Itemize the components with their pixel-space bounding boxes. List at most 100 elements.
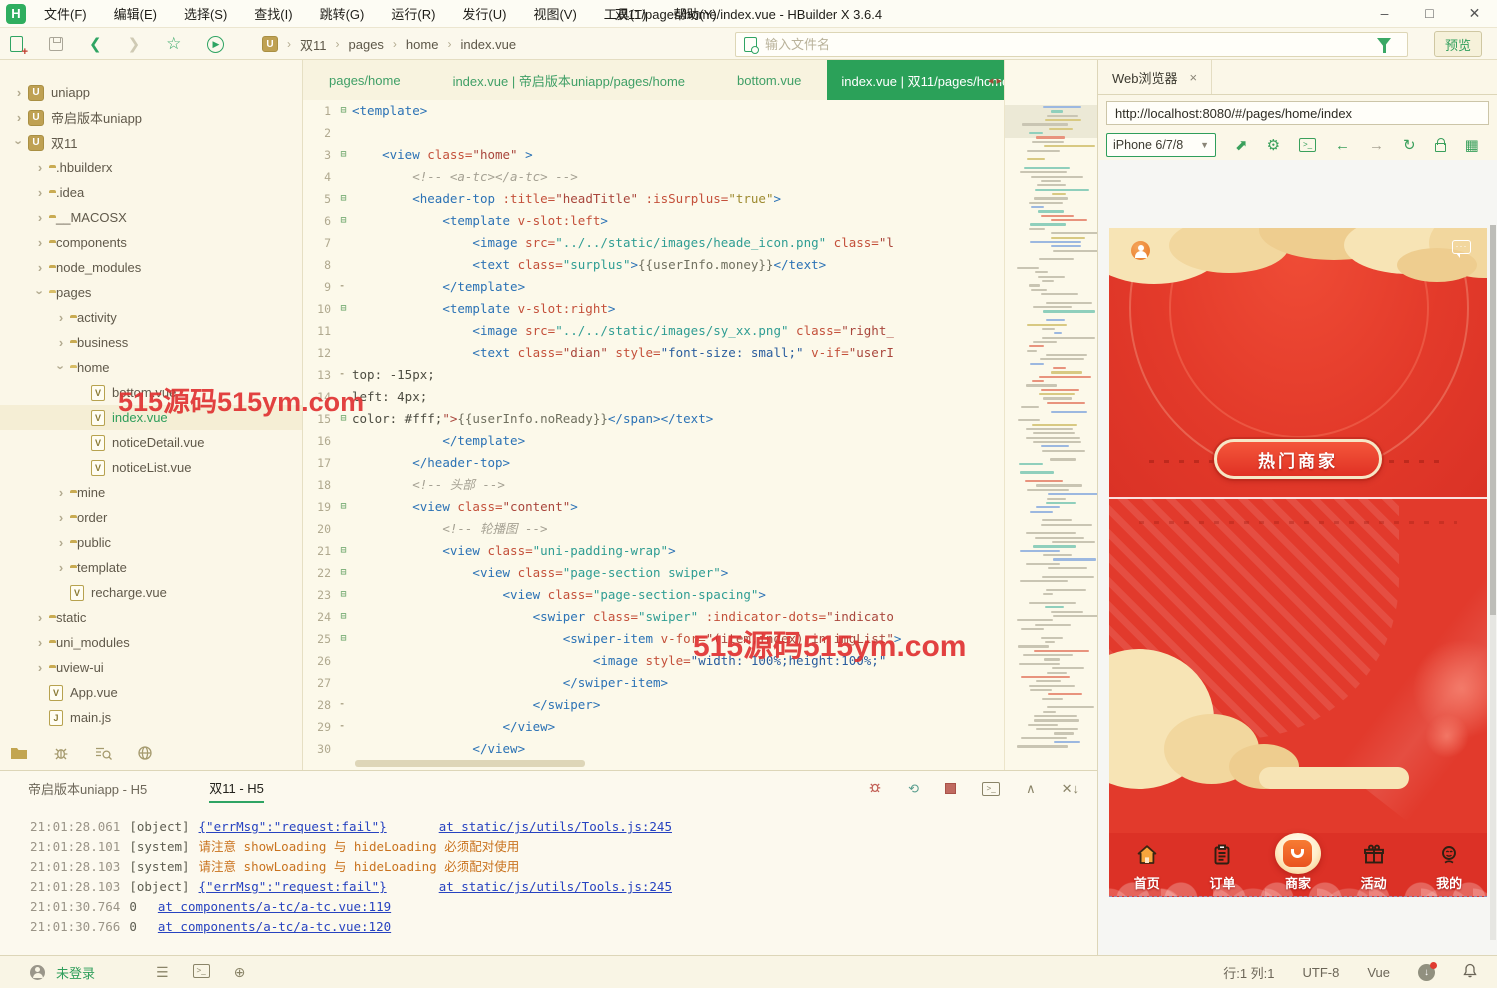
tree-item-App.vue[interactable]: V App.vue (0, 680, 302, 705)
code-line[interactable]: 21 ⊟ <view class="uni-padding-wrap"> (303, 540, 1004, 562)
breadcrumb-item[interactable]: pages (349, 37, 384, 52)
settings-icon[interactable]: ⚙ (1267, 138, 1280, 153)
tree-chevron-icon[interactable]: › (33, 660, 47, 675)
tree-item-uniapp[interactable]: › U 帝启版本uniapp (0, 105, 302, 130)
tree-item-home[interactable]: › home (0, 355, 302, 380)
tree-chevron-icon[interactable]: › (33, 210, 47, 225)
log-source-link[interactable]: {"errMsg":"request:fail"} (199, 879, 387, 894)
open-external-icon[interactable]: ⬈ (1235, 138, 1248, 153)
files-view-icon[interactable] (10, 744, 28, 762)
refresh-icon[interactable]: ↻ (1403, 138, 1416, 153)
update-download-icon[interactable]: ↓ (1418, 961, 1437, 981)
login-status[interactable]: 未登录 (56, 963, 95, 982)
code-area[interactable]: 1 ⊟ <template> 2 3 ⊟ <view class="home" >4 <!… (303, 100, 1004, 770)
back-icon[interactable]: ❮ (89, 35, 102, 53)
console-tab[interactable]: 帝启版本uniapp - H5 (28, 779, 147, 802)
forward-icon[interactable]: → (1369, 138, 1384, 153)
code-line[interactable]: 18 <!-- 头部 --> (303, 474, 1004, 496)
code-line[interactable]: 22 ⊟ <view class="page-section swiper"> (303, 562, 1004, 584)
fold-marker-icon[interactable]: ⊟ (335, 540, 352, 562)
forward-icon[interactable]: ❯ (128, 35, 141, 53)
editor-tab[interactable]: bottom.vue (711, 60, 827, 100)
breadcrumb-item[interactable]: 双11 (300, 35, 327, 54)
tree-item-noticeList.vue[interactable]: VnoticeList.vue (0, 455, 302, 480)
tree-item-uviewui[interactable]: › uview-ui (0, 655, 302, 680)
search-input[interactable] (765, 37, 1407, 52)
code-line[interactable]: 14 left: 4px; (303, 386, 1004, 408)
tree-item-noticeDetail.vue[interactable]: VnoticeDetail.vue (0, 430, 302, 455)
code-line[interactable]: 7 <image src="../../static/images/heade_… (303, 232, 1004, 254)
code-line[interactable]: 23 ⊟ <view class="page-section-spacing"> (303, 584, 1004, 606)
run-icon[interactable]: ▶ (207, 35, 225, 53)
tree-chevron-icon[interactable]: › (54, 310, 68, 325)
console-tab[interactable]: 双11 - H5 (209, 778, 264, 803)
account-icon[interactable] (30, 964, 45, 980)
code-line[interactable]: 30 </view> (303, 738, 1004, 760)
menu-item[interactable]: 选择(S) (184, 4, 227, 23)
code-line[interactable]: 17 </header-top> (303, 452, 1004, 474)
code-line[interactable]: 5 ⊟ <header-top :title="headTitle" :isSur… (303, 188, 1004, 210)
code-minimap[interactable] (1004, 60, 1097, 770)
code-line[interactable]: 15 ⊟ color: #fff;">{{userInfo.noReady}}</s… (303, 408, 1004, 430)
tree-chevron-icon[interactable]: › (33, 635, 47, 650)
tree-item-.idea[interactable]: › .idea (0, 180, 302, 205)
editor-tab[interactable]: index.vue | 帝启版本uniapp/pages/home (427, 60, 711, 100)
menu-item[interactable]: 工具(T) (604, 4, 647, 23)
tree-chevron-icon[interactable]: › (54, 485, 68, 500)
tabbar-item-home[interactable]: 首页 (1109, 833, 1185, 896)
close-button[interactable]: ✕ (1452, 0, 1497, 28)
tree-item-business[interactable]: › business (0, 330, 302, 355)
code-line[interactable]: 13 ╸ top: -15px; (303, 364, 1004, 386)
language-mode[interactable]: Vue (1367, 965, 1390, 980)
log-source-link[interactable]: at static/js/utils/Tools.js:245 (439, 819, 672, 834)
new-file-icon[interactable] (10, 36, 28, 58)
log-source-link[interactable]: at components/a-tc/a-tc.vue:120 (158, 919, 391, 934)
browser-tab[interactable]: Web浏览器 × (1098, 60, 1213, 94)
code-line[interactable]: 28 ╸ </swiper> (303, 694, 1004, 716)
tree-chevron-icon[interactable]: › (33, 610, 47, 625)
editor-tab[interactable]: pages/home (303, 60, 427, 100)
save-icon[interactable] (49, 37, 63, 51)
code-line[interactable]: 16 </template> (303, 430, 1004, 452)
restart-icon[interactable]: ⟲ (908, 781, 919, 797)
tree-item-MACOSX[interactable]: › __MACOSX (0, 205, 302, 230)
tree-item-activity[interactable]: › activity (0, 305, 302, 330)
back-icon[interactable]: ← (1335, 138, 1350, 153)
hot-merchants-button[interactable]: 热门商家 (1214, 439, 1382, 479)
tree-chevron-icon[interactable]: › (33, 260, 47, 275)
tree-chevron-icon[interactable]: › (33, 185, 47, 200)
code-line[interactable]: 6 ⊟ <template v-slot:left> (303, 210, 1004, 232)
tree-item-nodemodules[interactable]: › node_modules (0, 255, 302, 280)
tree-item-pages[interactable]: › pages (0, 280, 302, 305)
fold-marker-icon[interactable]: ⊟ (335, 606, 352, 628)
menu-item[interactable]: 帮助(Y) (673, 4, 716, 23)
log-source-link[interactable]: {"errMsg":"request:fail"} (199, 819, 387, 834)
tree-item-static[interactable]: › static (0, 605, 302, 630)
filter-funnel-icon[interactable] (1377, 38, 1391, 53)
clear-console-icon[interactable]: ✕↓ (1062, 781, 1079, 797)
tree-item-mine[interactable]: › mine (0, 480, 302, 505)
fold-marker-icon[interactable]: ⊟ (335, 188, 352, 210)
tree-item-recharge.vue[interactable]: Vrecharge.vue (0, 580, 302, 605)
tree-chevron-icon[interactable]: › (33, 235, 47, 250)
tree-item-components[interactable]: › components (0, 230, 302, 255)
editor-horizontal-scrollbar[interactable] (355, 760, 998, 767)
app-preview[interactable]: ··· 热门商家 首页 订单 商家 活动 我的 (1109, 228, 1487, 897)
preview-button[interactable]: 预览 (1434, 31, 1482, 57)
breadcrumb[interactable]: U › 双11 › pages › home › index.vue (262, 28, 516, 60)
web-globe-icon[interactable] (136, 744, 154, 762)
stop-icon[interactable] (945, 783, 957, 794)
tree-chevron-icon[interactable]: › (54, 335, 68, 350)
code-line[interactable]: 2 (303, 122, 1004, 144)
lock-icon[interactable] (1434, 138, 1446, 152)
code-line[interactable]: 3 ⊟ <view class="home" > (303, 144, 1004, 166)
tree-chevron-icon[interactable]: › (12, 136, 27, 150)
code-line[interactable]: 10 ⊟ <template v-slot:right> (303, 298, 1004, 320)
tabbar-item-order[interactable]: 订单 (1185, 833, 1261, 896)
tree-item-uniapp[interactable]: › Uuniapp (0, 80, 302, 105)
browser-tab-close-icon[interactable]: × (1190, 70, 1198, 85)
breadcrumb-item[interactable]: home (406, 37, 439, 52)
menu-item[interactable]: 运行(R) (391, 4, 435, 23)
code-line[interactable]: 9 ╸ </template> (303, 276, 1004, 298)
tree-item-order[interactable]: › order (0, 505, 302, 530)
